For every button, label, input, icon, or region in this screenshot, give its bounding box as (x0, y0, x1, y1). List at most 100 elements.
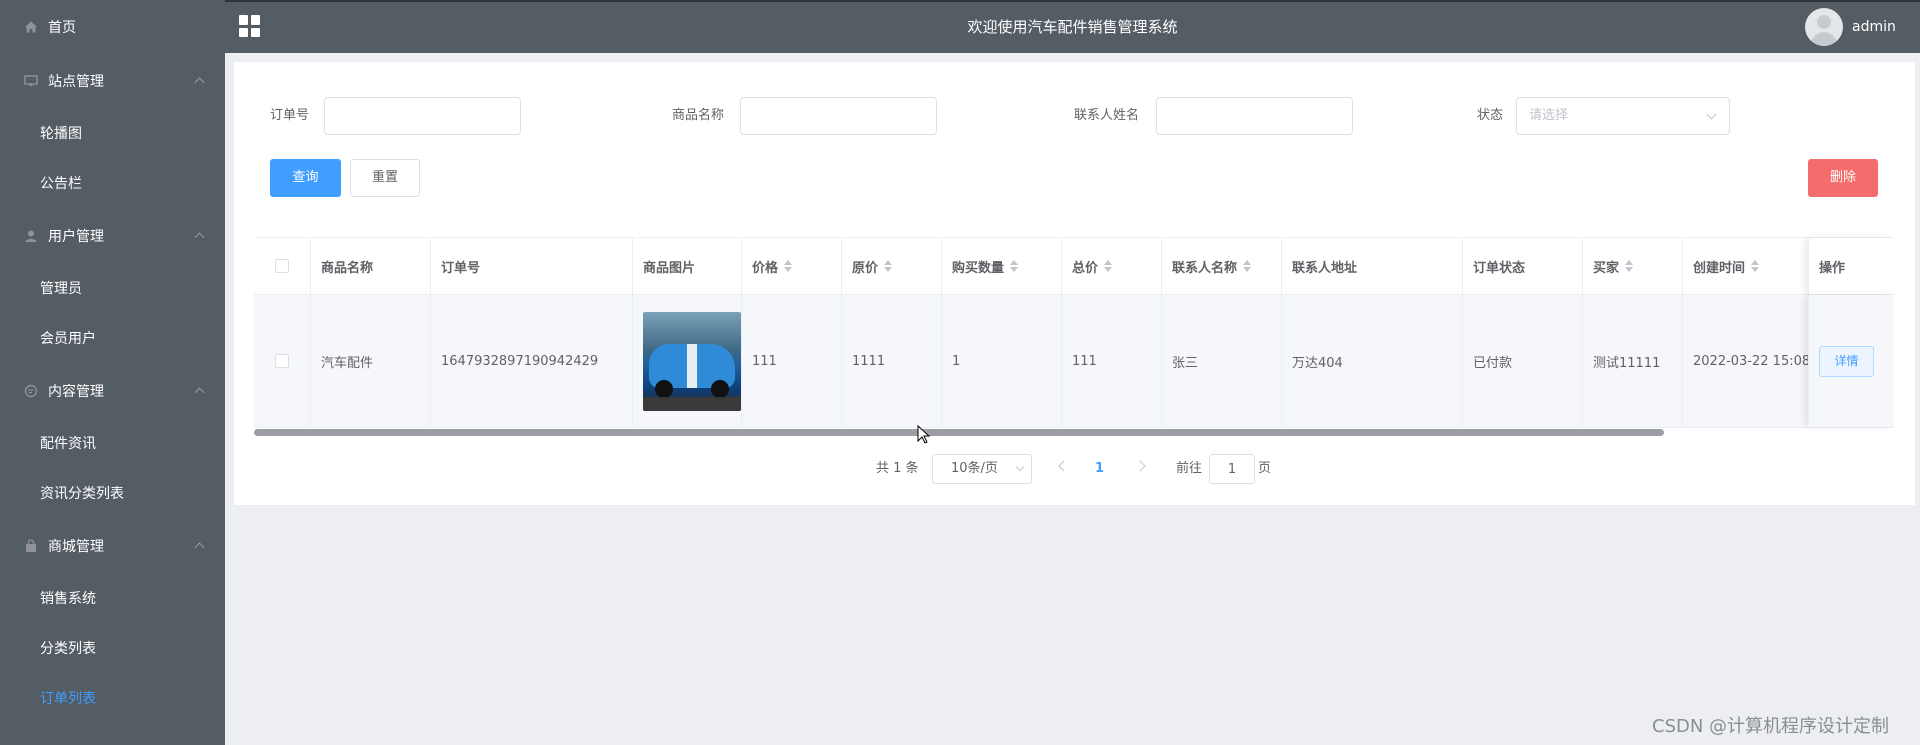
current-page[interactable]: 1 (1095, 455, 1104, 483)
chevron-down-icon (1015, 462, 1025, 472)
home-icon (25, 21, 37, 32)
pagination-total: 共 1 条 (876, 461, 919, 476)
horizontal-scrollbar[interactable] (254, 429, 1894, 437)
cell-total: 111 (1061, 295, 1161, 427)
col-product-image: 商品图片 (632, 238, 741, 294)
column-label: 价格 (752, 260, 779, 276)
sidebar-item-label: 首页 (48, 19, 76, 36)
column-label: 操作 (1819, 260, 1846, 276)
select-all-checkbox[interactable] (275, 259, 289, 273)
top-bar: 欢迎使用汽车配件销售管理系统 admin (225, 0, 1920, 53)
sidebar-item-label: 销售系统 (40, 591, 96, 607)
sidebar-item-label: 会员用户 (40, 331, 96, 347)
sidebar-item-label: 分类列表 (40, 641, 96, 657)
col-price[interactable]: 价格 (741, 238, 841, 294)
table-row[interactable]: 汽车配件 1647932897190942429 111 1111 1 111 … (254, 295, 1894, 428)
cell-quantity: 1 (941, 295, 1061, 427)
column-label: 购买数量 (952, 260, 1005, 276)
detail-button[interactable]: 详情 (1819, 345, 1874, 377)
table-header: 商品名称 订单号 商品图片 价格 原价 购买数量 总价 联系人名称 联系人地址 … (254, 237, 1894, 295)
product-name-input[interactable] (740, 97, 937, 135)
prev-page-icon[interactable] (1058, 460, 1070, 472)
sidebar-item-notice[interactable]: 公告栏 (0, 158, 225, 208)
mouse-cursor-icon (917, 425, 931, 444)
column-label: 商品名称 (321, 260, 374, 276)
page-suffix: 页 (1258, 461, 1272, 476)
col-contact-name[interactable]: 联系人名称 (1161, 238, 1281, 294)
product-image[interactable] (643, 311, 741, 411)
column-label: 原价 (852, 260, 879, 276)
sidebar-group-content[interactable]: 内容管理 (0, 363, 225, 418)
user-icon (25, 230, 37, 242)
column-label: 买家 (1593, 260, 1620, 276)
sidebar-item-parts-news[interactable]: 配件资讯 (0, 418, 225, 468)
goto-label: 前往 (1176, 461, 1203, 476)
sidebar-item-news-categories[interactable]: 资讯分类列表 (0, 468, 225, 518)
cell-buyer: 测试11111 (1582, 295, 1682, 427)
col-contact-address: 联系人地址 (1281, 238, 1462, 294)
column-label: 订单状态 (1473, 260, 1526, 276)
cell-order-no: 1647932897190942429 (430, 295, 632, 427)
sidebar-item-home[interactable]: 首页 (0, 0, 225, 53)
sort-icon[interactable] (1104, 260, 1113, 272)
username[interactable]: admin (1852, 2, 1896, 53)
sidebar-item-label: 资讯分类列表 (40, 486, 124, 502)
sidebar-group-label: 用户管理 (48, 228, 104, 245)
col-original-price[interactable]: 原价 (841, 238, 941, 294)
chat-icon (24, 384, 38, 397)
sort-icon[interactable] (884, 260, 893, 272)
cell-order-status: 已付款 (1462, 295, 1582, 427)
sort-icon[interactable] (1625, 260, 1634, 272)
contact-name-label: 联系人姓名 (1074, 108, 1140, 123)
sort-icon[interactable] (1751, 260, 1760, 272)
cell-product-image (632, 295, 741, 427)
scrollbar-thumb[interactable] (254, 429, 1664, 436)
col-product-name: 商品名称 (310, 238, 430, 294)
delete-button[interactable]: 删除 (1808, 159, 1878, 197)
sidebar-item-categories[interactable]: 分类列表 (0, 623, 225, 673)
cell-contact-address: 万达404 (1281, 295, 1462, 427)
sort-icon[interactable] (1243, 260, 1252, 272)
avatar[interactable] (1805, 8, 1843, 46)
goto-page-input[interactable] (1209, 454, 1255, 484)
contact-name-input[interactable] (1156, 97, 1353, 135)
col-buyer[interactable]: 买家 (1582, 238, 1682, 294)
search-button[interactable]: 查询 (270, 159, 341, 197)
cell-price: 111 (741, 295, 841, 427)
chevron-up-icon (194, 76, 205, 87)
sidebar-item-label: 配件资讯 (40, 436, 96, 452)
sort-icon[interactable] (784, 260, 793, 272)
orders-table: 商品名称 订单号 商品图片 价格 原价 购买数量 总价 联系人名称 联系人地址 … (254, 237, 1894, 437)
reset-button[interactable]: 重置 (350, 159, 420, 197)
page-size-select[interactable]: 10条/页 (932, 454, 1032, 484)
col-created-at[interactable]: 创建时间 (1682, 238, 1808, 294)
col-actions: 操作 (1808, 238, 1894, 294)
col-total[interactable]: 总价 (1061, 238, 1161, 294)
cell-created-at: 2022-03-22 15:08:1 (1682, 295, 1808, 427)
main-panel: 订单号 商品名称 联系人姓名 状态 请选择 查询 重置 删除 商品名称 订单号 … (234, 62, 1915, 505)
sidebar-item-orders[interactable]: 订单列表 (0, 673, 225, 723)
watermark: CSDN @计算机程序设计定制 (1652, 716, 1890, 737)
sidebar-group-label: 商城管理 (48, 538, 104, 555)
sidebar-item-label: 管理员 (40, 281, 82, 297)
column-label: 总价 (1072, 260, 1099, 276)
column-label: 联系人地址 (1292, 260, 1358, 276)
sidebar-item-members[interactable]: 会员用户 (0, 313, 225, 363)
sort-icon[interactable] (1010, 260, 1019, 272)
sidebar-item-sales[interactable]: 销售系统 (0, 573, 225, 623)
col-quantity[interactable]: 购买数量 (941, 238, 1061, 294)
column-label: 联系人名称 (1172, 260, 1238, 276)
sidebar-item-carousel[interactable]: 轮播图 (0, 108, 225, 158)
column-label: 创建时间 (1693, 260, 1746, 276)
sidebar-group-users[interactable]: 用户管理 (0, 208, 225, 263)
chevron-up-icon (194, 541, 205, 552)
column-label: 订单号 (441, 260, 481, 276)
sidebar-group-site[interactable]: 站点管理 (0, 53, 225, 108)
sidebar-item-label: 订单列表 (40, 691, 96, 707)
sidebar-group-mall[interactable]: 商城管理 (0, 518, 225, 573)
next-page-icon[interactable] (1134, 460, 1146, 472)
sidebar-item-admin[interactable]: 管理员 (0, 263, 225, 313)
row-checkbox[interactable] (275, 354, 289, 368)
order-no-input[interactable] (324, 97, 521, 135)
status-select[interactable]: 请选择 (1516, 97, 1730, 135)
